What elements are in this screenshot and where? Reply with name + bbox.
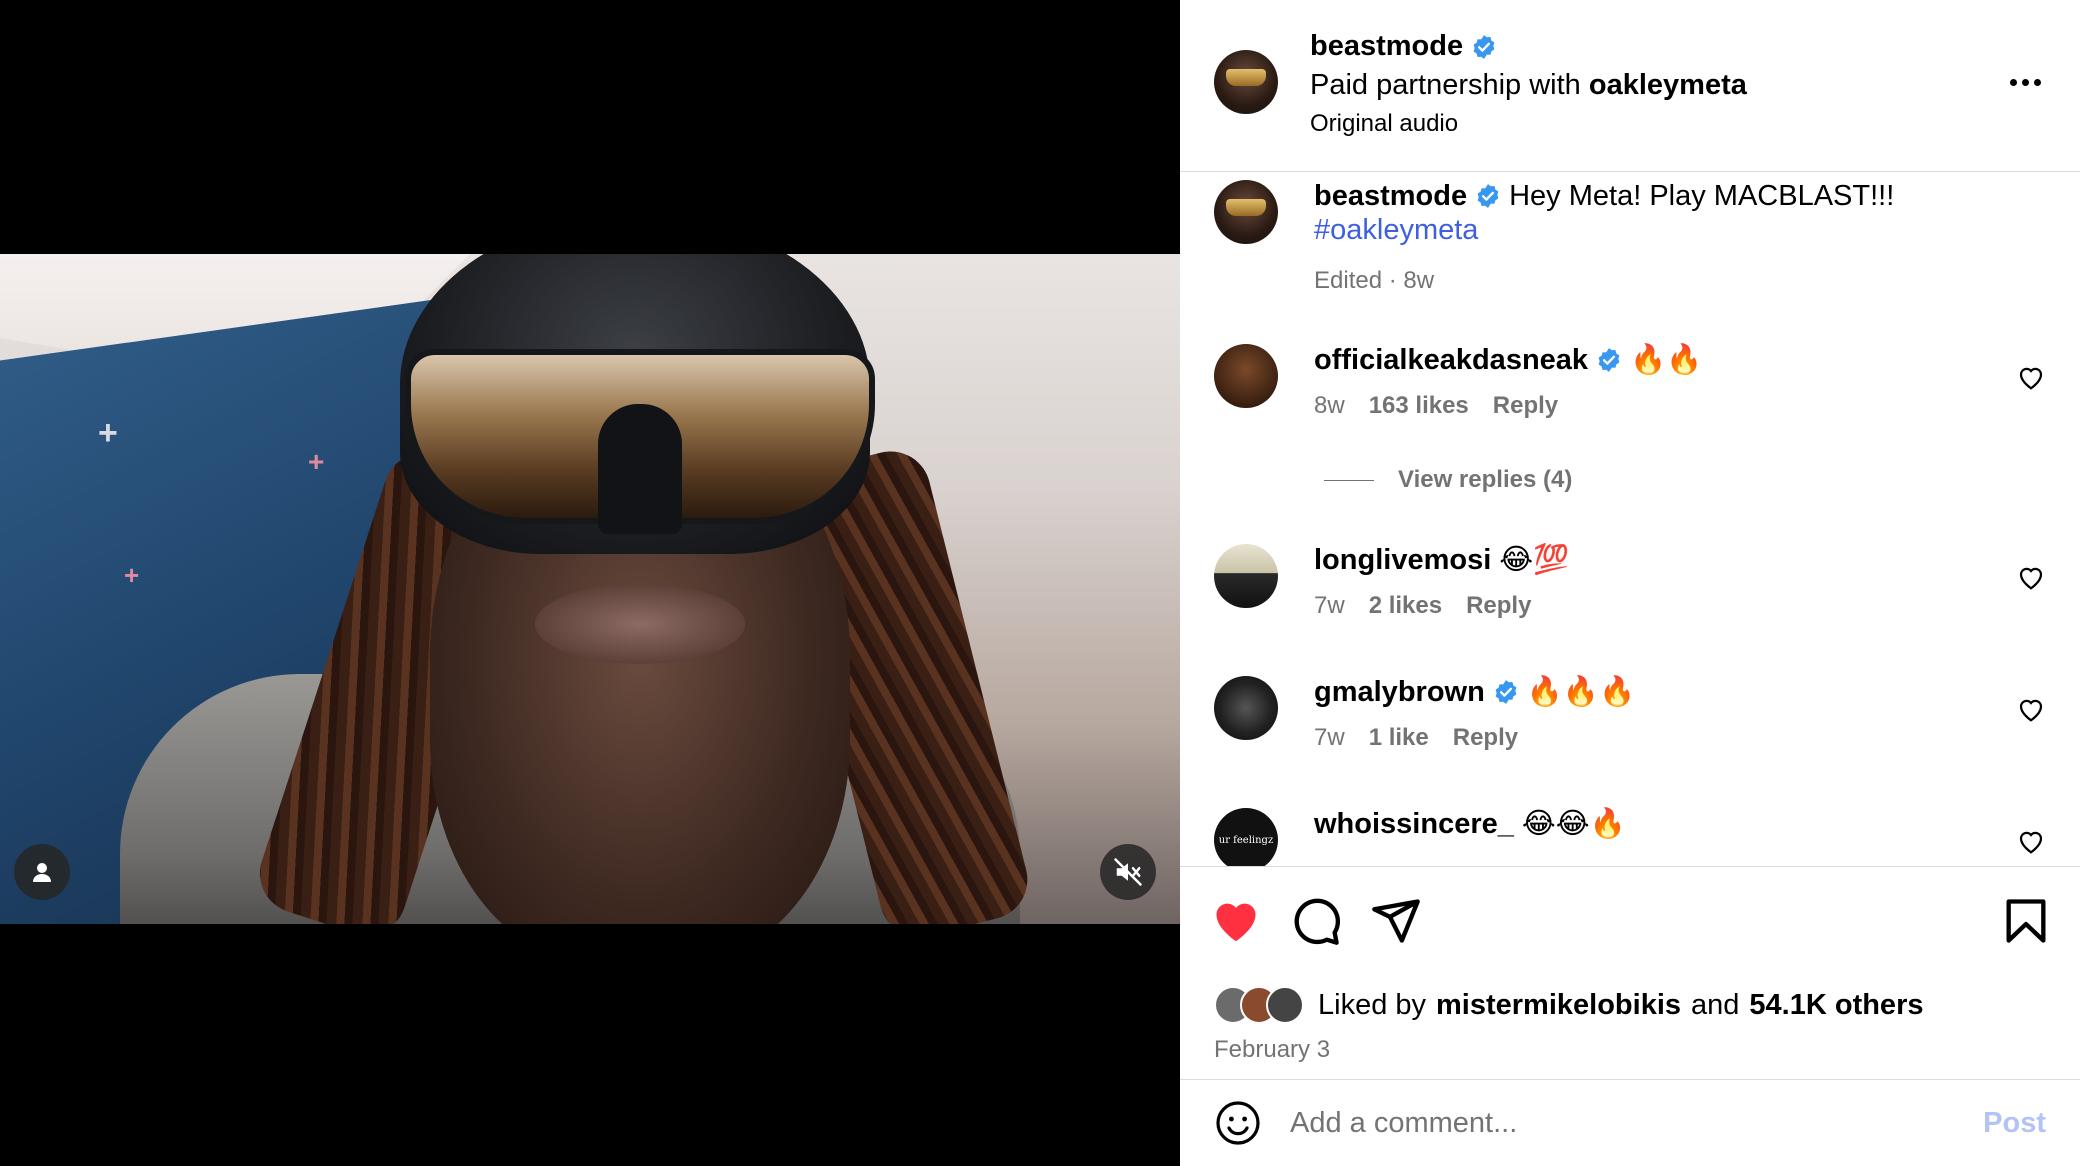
commenter-avatar[interactable]: ur feelingz [1214,808,1278,866]
emoji-icon[interactable] [1214,1099,1262,1147]
tracking-mark: + [308,446,325,477]
hashtag-link[interactable]: #oakleymeta [1314,214,1894,247]
comment-username[interactable]: officialkeakdasneak [1314,342,1588,378]
likes-count[interactable]: 54.1K others [1749,989,1923,1022]
replies-divider [1324,479,1374,481]
comment-input[interactable] [1290,1106,1956,1140]
more-options-button[interactable] [2004,62,2046,102]
comment: officialkeakdasneak 🔥🔥 8w 163 likes Repl… [1314,342,1702,420]
post-header: beastmode Paid partnership with oakleyme… [1180,0,2080,172]
comment-likes[interactable]: 163 likes [1369,392,1469,420]
tracking-mark: + [124,560,140,590]
verified-icon [1475,183,1501,209]
commenter-avatar[interactable] [1214,544,1278,608]
verified-icon [1471,34,1497,60]
comment-text: 😂💯 [1499,544,1570,576]
caption-text: Hey Meta! Play MACBLAST!!! [1509,180,1895,212]
author-avatar[interactable] [1214,50,1278,114]
verified-icon [1493,679,1519,705]
comment-age: 7w [1314,724,1345,751]
sunglasses-bridge [598,404,682,534]
liker-avatars[interactable] [1214,986,1304,1024]
likes-summary: Liked by mistermikelobikis and 54.1K oth… [1180,986,2080,1080]
post-details-pane: beastmode Paid partnership with oakleyme… [1180,0,2080,1166]
tagged-users-button[interactable] [14,844,70,900]
comment-likes[interactable]: 1 like [1369,724,1429,752]
comment-text: 🔥🔥🔥 [1526,676,1636,708]
comment: whoissincere_ 😂😂🔥 [1314,806,1626,842]
post-viewer: + + + beastmode Paid partnership with oa… [0,0,2080,1166]
reply-button[interactable]: Reply [1453,724,1518,752]
comments-list[interactable]: beastmode Hey Meta! Play MACBLAST!!! #oa… [1180,172,2080,866]
liker-username[interactable]: mistermikelobikis [1436,989,1681,1022]
comment-username[interactable]: whoissincere_ [1314,806,1514,842]
post-date[interactable]: February 3 [1214,1036,2080,1064]
tracking-mark: + [98,414,118,452]
bookmark-icon[interactable] [2000,895,2052,947]
view-replies-button[interactable]: View replies (4) [1324,466,1572,494]
reply-button[interactable]: Reply [1466,592,1531,620]
like-comment-icon[interactable] [2016,694,2046,724]
like-comment-icon[interactable] [2016,362,2046,392]
reply-button[interactable]: Reply [1493,392,1558,420]
comment-age: 7w [1314,592,1345,619]
liked-by-label: Liked by [1318,988,1427,1021]
caption-meta: Edited · 8w [1314,267,1435,294]
person-icon [33,863,51,882]
comment-composer: Post [1180,1080,2080,1166]
caption-avatar[interactable] [1214,180,1278,244]
post-comment-button[interactable]: Post [1983,1107,2046,1140]
caption-username[interactable]: beastmode [1314,178,1467,214]
media-pane: + + + [0,0,1180,1166]
audio-link[interactable]: Original audio [1310,110,1747,138]
action-bar [1180,866,2080,986]
comment-age: 8w [1314,392,1345,419]
like-comment-icon[interactable] [2016,826,2046,856]
comment-likes[interactable]: 2 likes [1369,592,1442,620]
mute-toggle-button[interactable] [1100,844,1156,900]
video-player[interactable]: + + + [0,254,1180,924]
comment: gmalybrown 🔥🔥🔥 7w 1 like Reply [1314,674,1635,752]
commenter-avatar[interactable] [1214,676,1278,740]
author-username[interactable]: beastmode [1310,30,1463,63]
comment-username[interactable]: gmalybrown [1314,674,1485,710]
heart-icon[interactable] [1210,895,1262,947]
comment: longlivemosi 😂💯 7w 2 likes Reply [1314,542,1569,620]
partnership-label: Paid partnership with [1310,69,1581,101]
more-icon [2009,78,2017,86]
comment-icon[interactable] [1290,895,1342,947]
liker-avatar [1266,986,1304,1024]
partner-link[interactable]: oakleymeta [1589,69,1747,101]
avatar-text: ur feelingz [1218,834,1274,846]
view-replies-label: View replies (4) [1398,466,1573,493]
commenter-avatar[interactable] [1214,344,1278,408]
comment-username[interactable]: longlivemosi [1314,542,1491,578]
verified-icon [1596,347,1622,373]
comment-text: 🔥🔥 [1630,344,1703,376]
caption: beastmode Hey Meta! Play MACBLAST!!! #oa… [1314,178,1894,295]
share-icon[interactable] [1370,895,1422,947]
mouth [535,584,745,664]
comment-text: 😂😂🔥 [1521,808,1626,840]
like-comment-icon[interactable] [2016,562,2046,592]
mute-icon [1114,858,1142,886]
liked-by-joiner: and [1691,988,1740,1021]
